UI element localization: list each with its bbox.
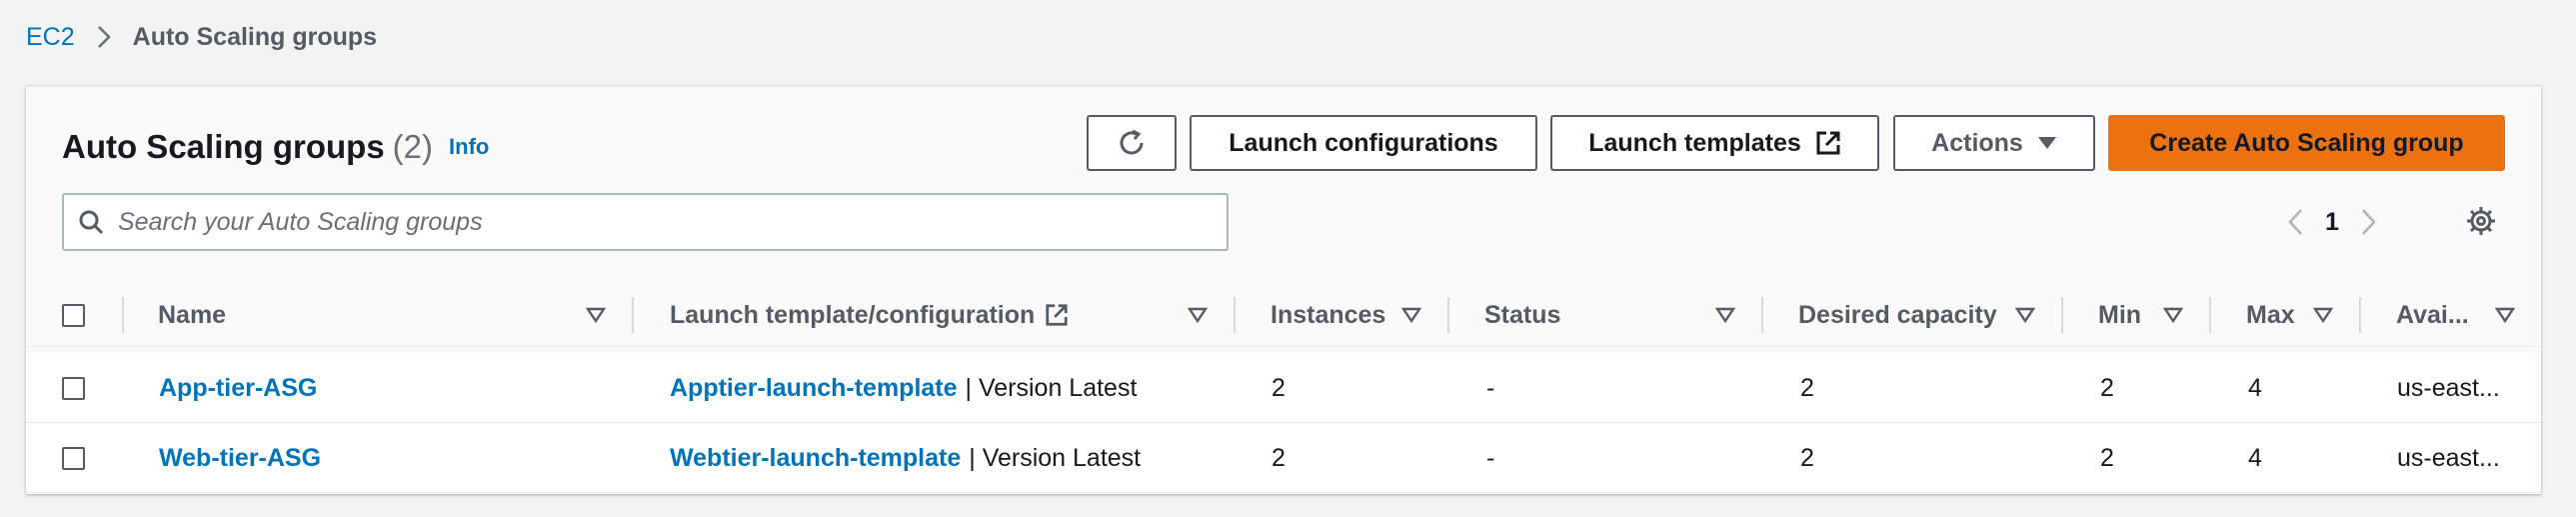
template-version: | Version Latest — [969, 443, 1142, 472]
launch-templates-button[interactable]: Launch templates — [1550, 115, 1879, 171]
desired-capacity-value: 2 — [1800, 443, 1814, 472]
column-header-instances[interactable]: Instances — [1271, 283, 1385, 347]
previous-page-icon[interactable] — [2287, 208, 2303, 236]
table-header: Name Launch template/configuration Insta… — [26, 283, 2541, 347]
row-checkbox-cell — [62, 423, 85, 493]
column-header-availability-zones[interactable]: Avai... — [2396, 283, 2469, 347]
column-divider — [2359, 297, 2361, 333]
auto-scaling-groups-panel: Auto Scaling groups (2) Info Launch conf… — [26, 86, 2541, 494]
refresh-button[interactable] — [1087, 115, 1177, 171]
max-value: 4 — [2248, 373, 2262, 402]
current-page[interactable]: 1 — [2325, 208, 2339, 237]
page-title: Auto Scaling groups — [62, 128, 385, 165]
availability-zones-value: us-east... — [2397, 443, 2500, 472]
column-desired-label: Desired capacity — [1798, 300, 1997, 329]
asg-name-link[interactable]: App-tier-ASG — [159, 374, 317, 403]
caret-down-icon — [2037, 136, 2057, 150]
column-divider — [1234, 297, 1236, 333]
select-all-checkbox[interactable] — [62, 303, 85, 327]
sort-instances-icon[interactable] — [1401, 283, 1421, 347]
column-divider — [122, 297, 124, 333]
column-header-desired-capacity[interactable]: Desired capacity — [1798, 283, 1997, 347]
column-header-launch-template[interactable]: Launch template/configuration — [670, 283, 1069, 347]
template-version: | Version Latest — [965, 373, 1138, 402]
table-row[interactable]: App-tier-ASG Apptier-launch-template | V… — [26, 353, 2541, 423]
row-checkbox[interactable] — [62, 446, 85, 470]
pagination: 1 — [2287, 197, 2377, 247]
column-max-label: Max — [2246, 300, 2295, 329]
launch-templates-label: Launch templates — [1588, 128, 1801, 157]
breadcrumb-current: Auto Scaling groups — [132, 22, 378, 51]
sort-min-icon[interactable] — [2163, 283, 2183, 347]
breadcrumb: EC2 Auto Scaling groups — [26, 18, 377, 56]
column-header-min[interactable]: Min — [2098, 283, 2141, 347]
launch-template-link[interactable]: Apptier-launch-template — [670, 374, 958, 403]
gear-icon[interactable] — [2465, 205, 2497, 237]
column-divider — [2209, 297, 2211, 333]
column-divider — [1761, 297, 1763, 333]
launch-configurations-button[interactable]: Launch configurations — [1190, 115, 1537, 171]
create-auto-scaling-group-button[interactable]: Create Auto Scaling group — [2108, 115, 2505, 171]
group-count: (2) — [392, 128, 434, 165]
max-value: 4 — [2248, 443, 2262, 472]
availability-zones-value: us-east... — [2397, 373, 2500, 402]
instances-value: 2 — [1272, 443, 1286, 472]
actions-dropdown[interactable]: Actions — [1893, 115, 2095, 171]
desired-capacity-value: 2 — [1800, 373, 1814, 402]
min-value: 2 — [2100, 443, 2114, 472]
sort-max-icon[interactable] — [2313, 283, 2333, 347]
status-value: - — [1486, 373, 1495, 402]
column-min-label: Min — [2098, 300, 2142, 329]
panel-header: Auto Scaling groups (2) Info — [62, 121, 489, 173]
select-all-checkbox-cell — [62, 283, 85, 347]
column-header-status[interactable]: Status — [1484, 283, 1560, 347]
column-header-max[interactable]: Max — [2246, 283, 2295, 347]
asg-name-link[interactable]: Web-tier-ASG — [159, 444, 321, 473]
column-header-name[interactable]: Name — [158, 283, 226, 347]
launch-configurations-label: Launch configurations — [1229, 128, 1498, 157]
sort-desired-icon[interactable] — [2015, 283, 2035, 347]
column-divider — [2061, 297, 2063, 333]
actions-label: Actions — [1931, 128, 2023, 157]
column-instances-label: Instances — [1271, 300, 1386, 329]
sort-status-icon[interactable] — [1715, 283, 1735, 347]
search-input[interactable] — [118, 207, 1198, 237]
search-icon — [78, 209, 104, 235]
instances-value: 2 — [1272, 373, 1286, 402]
min-value: 2 — [2100, 373, 2114, 402]
sort-name-icon[interactable] — [586, 283, 606, 347]
refresh-icon — [1117, 128, 1147, 158]
external-link-icon — [1045, 303, 1069, 327]
row-checkbox[interactable] — [62, 376, 85, 400]
column-az-label: Avai... — [2396, 300, 2469, 329]
column-status-label: Status — [1484, 300, 1561, 329]
column-divider — [632, 297, 634, 333]
info-link[interactable]: Info — [449, 134, 489, 160]
sort-launch-icon[interactable] — [1188, 283, 1208, 347]
table-row[interactable]: Web-tier-ASG Webtier-launch-template | V… — [26, 423, 2541, 493]
search-box — [62, 193, 1229, 251]
column-name-label: Name — [158, 300, 227, 329]
row-checkbox-cell — [62, 353, 85, 423]
launch-template-link[interactable]: Webtier-launch-template — [670, 444, 961, 473]
column-launch-label: Launch template/configuration — [670, 300, 1036, 329]
sort-az-icon[interactable] — [2495, 283, 2515, 347]
next-page-icon[interactable] — [2361, 208, 2377, 236]
chevron-right-icon — [97, 25, 111, 49]
external-link-icon — [1815, 130, 1841, 156]
create-label: Create Auto Scaling group — [2149, 128, 2464, 157]
breadcrumb-ec2-link[interactable]: EC2 — [26, 23, 75, 52]
status-value: - — [1486, 443, 1495, 472]
column-divider — [1447, 297, 1449, 333]
